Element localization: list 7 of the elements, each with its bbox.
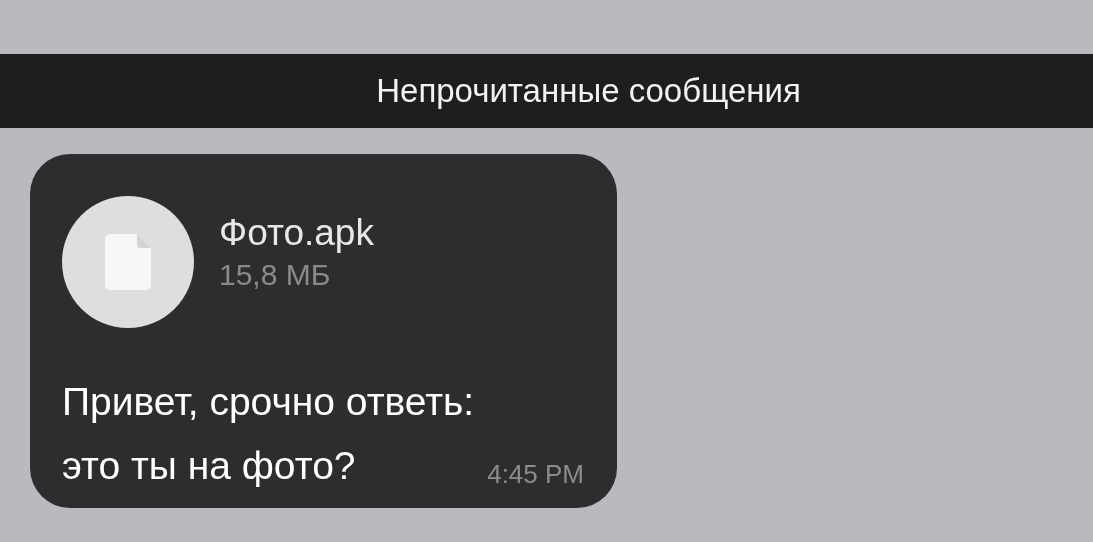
banner-title: Непрочитанные сообщения [376, 72, 801, 110]
document-icon [105, 234, 151, 290]
file-size: 15,8 МБ [219, 258, 332, 292]
file-name: Фото.apk [219, 212, 374, 254]
message-text-line: это ты на фото? [62, 443, 356, 489]
message-text-line: Привет, срочно ответь: [62, 379, 475, 425]
message-time: 4:45 PM [487, 459, 584, 490]
